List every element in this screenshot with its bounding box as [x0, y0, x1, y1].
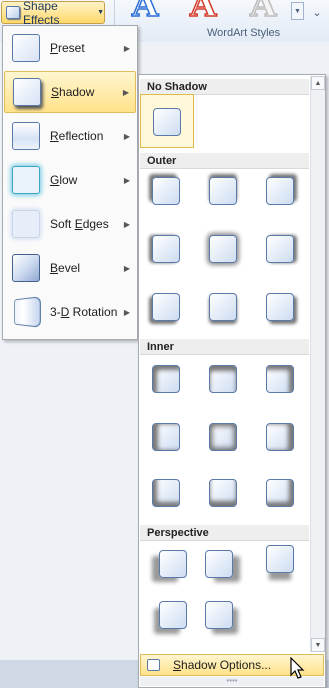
- shadow-icon: [13, 78, 41, 106]
- menu-item-label: Reflection: [50, 129, 104, 143]
- mouse-pointer-icon: [290, 657, 305, 679]
- shadow-preset-outer[interactable]: [209, 293, 237, 321]
- soft-edges-icon: [12, 210, 40, 238]
- shadow-preset-inner[interactable]: [266, 365, 294, 393]
- chevron-right-icon: ▶: [123, 175, 130, 185]
- section-outer: Outer: [140, 153, 309, 169]
- shadow-preset-inner[interactable]: [209, 423, 237, 451]
- wordart-style-red[interactable]: A: [189, 0, 217, 23]
- gallery-scrollbar[interactable]: ▲ ▼: [310, 76, 325, 652]
- bevel-icon: [12, 254, 40, 282]
- shadow-preset-outer[interactable]: [152, 177, 180, 205]
- section-perspective: Perspective: [140, 525, 309, 541]
- menu-item-label: 3-D Rotation: [50, 305, 118, 319]
- shadow-options-label: Shadow Options...: [173, 658, 272, 672]
- shadow-preset-inner[interactable]: [266, 423, 294, 451]
- menu-item-label: Bevel: [50, 261, 81, 275]
- shadow-preset-inner[interactable]: [152, 479, 180, 507]
- shadow-preset-inner[interactable]: [152, 423, 180, 451]
- shadow-preset-inner[interactable]: [152, 365, 180, 393]
- scroll-up-button[interactable]: ▲: [311, 76, 325, 90]
- shadow-preset-inner[interactable]: [266, 479, 294, 507]
- wordart-style-blue[interactable]: A: [131, 0, 159, 23]
- menu-item-label: Glow: [50, 173, 78, 187]
- menu-item-reflection[interactable]: Reflection ▶: [4, 115, 136, 157]
- shape-effects-button[interactable]: Shape Effects ▼: [1, 0, 105, 27]
- shadow-preset-outer[interactable]: [266, 177, 294, 205]
- menu-item-glow[interactable]: Glow ▶: [4, 159, 136, 201]
- menu-item-shadow[interactable]: Shadow ▶: [4, 71, 136, 113]
- section-no-shadow: No Shadow: [140, 79, 309, 95]
- chevron-right-icon: ▶: [123, 43, 130, 53]
- shadow-gallery: No Shadow Outer Inner Perspective ▲ ▼ Sh…: [138, 74, 326, 688]
- wordart-style-gray[interactable]: A: [249, 0, 277, 23]
- shadow-preset-perspective[interactable]: [205, 550, 233, 578]
- shadow-preset-perspective[interactable]: [266, 545, 294, 573]
- scroll-down-button[interactable]: ▼: [311, 638, 325, 652]
- shadow-preset-perspective[interactable]: [205, 601, 233, 629]
- shadow-preset-outer[interactable]: [209, 177, 237, 205]
- preset-icon: [12, 34, 40, 62]
- shadow-preset-perspective[interactable]: [159, 550, 187, 578]
- shape-effects-label: Shape Effects: [23, 0, 60, 27]
- shadow-preset-perspective[interactable]: [159, 601, 187, 629]
- menu-item-label: Soft Edges: [50, 217, 109, 231]
- shadow-preset-outer[interactable]: [209, 235, 237, 263]
- menu-item-preset[interactable]: Preset ▶: [4, 27, 136, 69]
- chevron-right-icon: ▶: [123, 263, 130, 273]
- chevron-right-icon: ▶: [123, 219, 130, 229]
- shape-effects-icon: [6, 6, 21, 19]
- shadow-preset-inner[interactable]: [209, 479, 237, 507]
- menu-item-label: Preset: [50, 41, 85, 55]
- shadow-preset-inner[interactable]: [209, 365, 237, 393]
- chevron-down-icon: ▼: [97, 9, 104, 16]
- wordart-group-label: WordArt Styles: [207, 27, 281, 39]
- wordart-gallery-scroll[interactable]: ▼: [291, 2, 304, 20]
- shadow-preset-outer[interactable]: [152, 293, 180, 321]
- shadow-preset-none[interactable]: [153, 108, 181, 136]
- chevron-right-icon: ▶: [122, 87, 129, 97]
- shadow-preset-outer[interactable]: [266, 293, 294, 321]
- menu-item-label: Shadow: [51, 85, 95, 99]
- menu-item-bevel[interactable]: Bevel ▶: [4, 247, 136, 289]
- menu-item-soft-edges[interactable]: Soft Edges ▶: [4, 203, 136, 245]
- reflection-icon: [12, 122, 40, 150]
- chevron-right-icon: ▶: [123, 131, 130, 141]
- dialog-launcher-icon[interactable]: ⌄: [309, 4, 325, 20]
- shadow-preset-outer[interactable]: [152, 235, 180, 263]
- shadow-options-icon: [147, 659, 160, 671]
- 3d-rotation-icon: [14, 296, 41, 328]
- shadow-preset-outer[interactable]: [266, 235, 294, 263]
- shape-effects-menu: Preset ▶ Shadow ▶ Reflection ▶ Glow ▶ Soft Edges…: [2, 25, 138, 340]
- section-inner: Inner: [140, 339, 309, 355]
- menu-item-3d-rotation[interactable]: 3-D Rotation ▶: [4, 291, 136, 333]
- glow-icon: [12, 166, 40, 194]
- chevron-right-icon: ▶: [123, 307, 130, 317]
